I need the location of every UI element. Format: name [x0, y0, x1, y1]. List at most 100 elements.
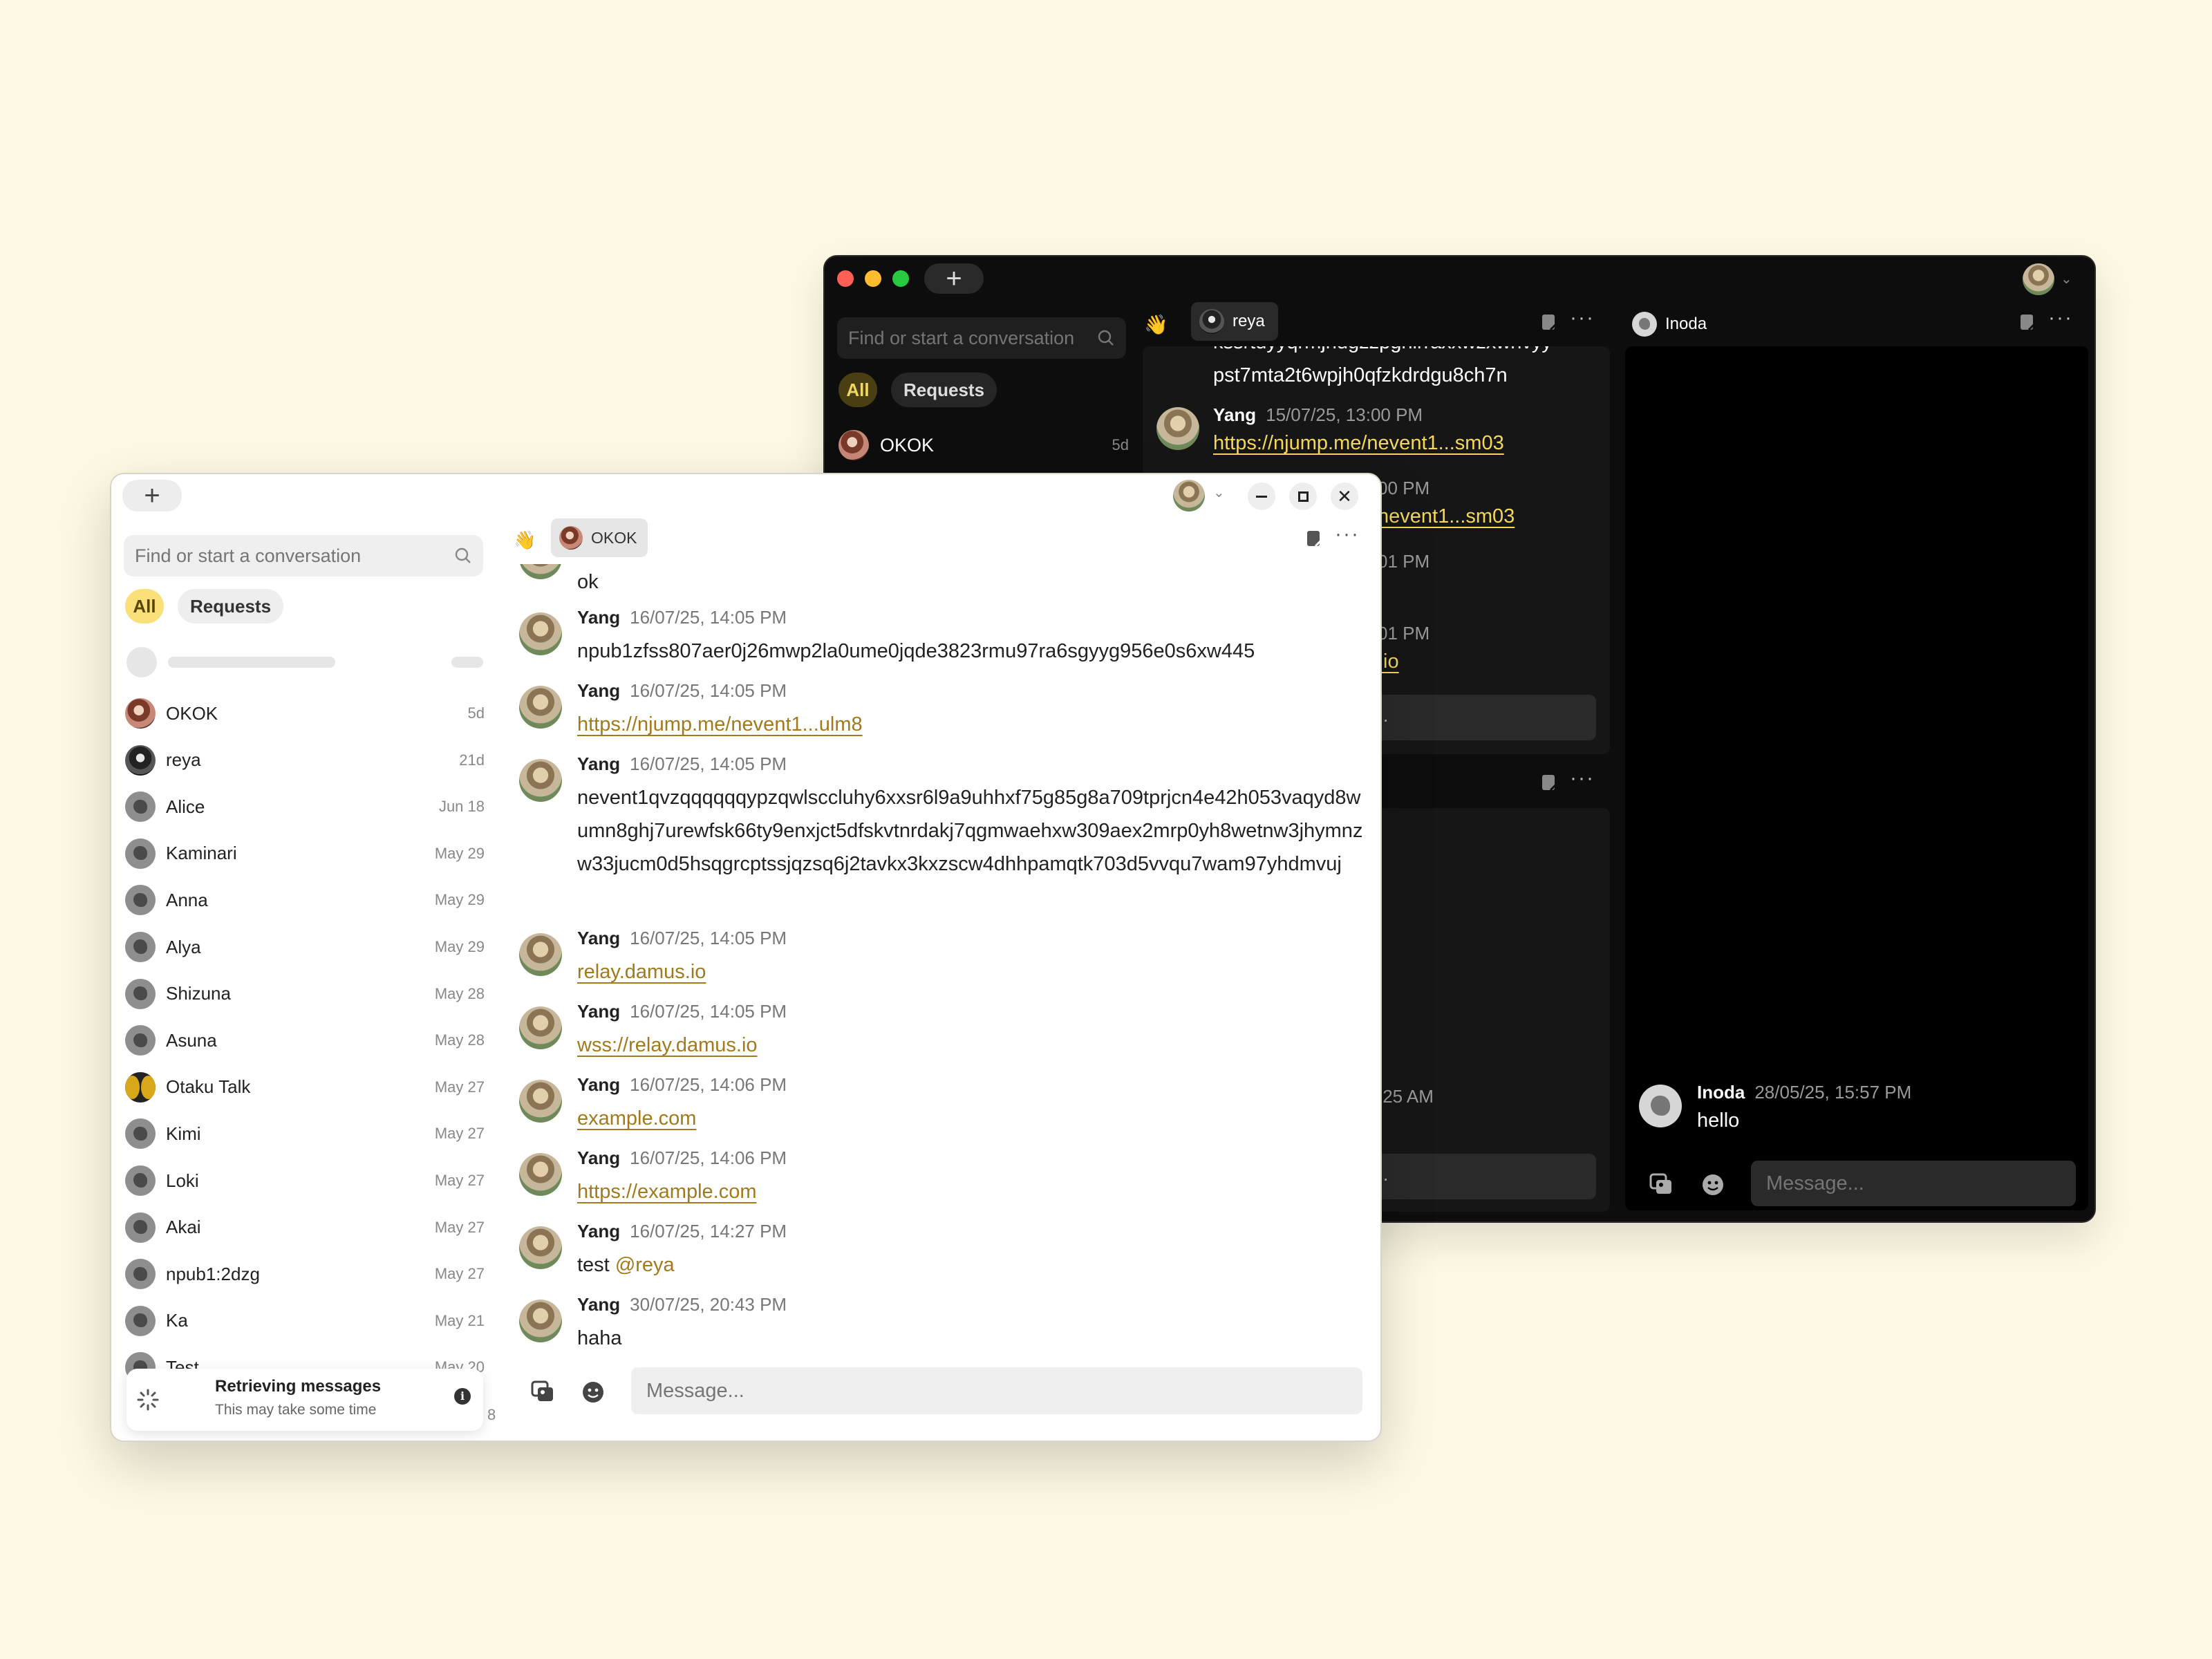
- search-input[interactable]: [848, 327, 1083, 349]
- account-avatar[interactable]: [2023, 263, 2054, 295]
- avatar[interactable]: [519, 1006, 562, 1049]
- minimize-button[interactable]: [1248, 482, 1275, 510]
- new-tab-button[interactable]: +: [924, 263, 984, 294]
- filter-requests[interactable]: Requests: [891, 373, 997, 407]
- emoji-icon[interactable]: [581, 1380, 605, 1404]
- conversation-item[interactable]: Asuna May 28: [125, 1020, 485, 1061]
- conversation-item[interactable]: Otaku Talk May 27: [125, 1067, 485, 1108]
- conversation-item[interactable]: Kaminari May 29: [125, 833, 485, 874]
- conversation-name: Asuna: [166, 1029, 217, 1051]
- maximize-button[interactable]: [1289, 482, 1317, 510]
- avatar: [125, 1118, 156, 1150]
- avatar[interactable]: [519, 759, 562, 802]
- message-link[interactable]: relay.damus.io: [577, 961, 706, 983]
- more-options-icon[interactable]: ···: [1570, 767, 1595, 790]
- message-author: Yang: [577, 928, 621, 948]
- conversation-item[interactable]: Alya May 29: [125, 926, 485, 968]
- close-traffic-light[interactable]: [837, 270, 854, 287]
- message-link[interactable]: wss://relay.damus.io: [577, 1034, 758, 1056]
- avatar[interactable]: [519, 1080, 562, 1123]
- avatar[interactable]: [519, 1300, 562, 1342]
- more-options-icon[interactable]: ···: [1570, 306, 1595, 330]
- message-author: Yang: [577, 1074, 621, 1095]
- message-link[interactable]: https://njump.me/nevent1...sm03: [1213, 432, 1504, 454]
- wave-emoji[interactable]: 👋: [514, 529, 536, 551]
- conversation-item[interactable]: Alice Jun 18: [125, 786, 485, 827]
- message-link[interactable]: https://example.com: [577, 1181, 757, 1203]
- tab-inoda[interactable]: Inoda: [1632, 310, 1770, 338]
- mention-link[interactable]: @reya: [615, 1254, 675, 1276]
- tab-okok[interactable]: OKOK: [551, 518, 648, 557]
- avatar: [125, 1071, 156, 1103]
- conversation-item[interactable]: npub1:2dzg May 27: [125, 1253, 485, 1295]
- avatar: [125, 1259, 156, 1290]
- note-icon[interactable]: [1541, 774, 1557, 791]
- avatar[interactable]: [1156, 407, 1199, 450]
- avatar[interactable]: [1639, 1085, 1682, 1127]
- note-icon[interactable]: [1306, 529, 1322, 547]
- conversation-time: May 28: [434, 1031, 485, 1049]
- message: Yang 16/07/25, 14:06 PM example.com: [519, 1074, 1349, 1143]
- message-time: 16/07/25, 14:05 PM: [630, 928, 787, 948]
- avatar: [1632, 312, 1657, 337]
- tab-label: reya: [1232, 312, 1265, 330]
- message-input[interactable]: [631, 1367, 1362, 1414]
- chevron-down-icon[interactable]: ⌄: [2061, 270, 2072, 288]
- conversation-item-okok[interactable]: OKOK 5d: [838, 426, 1129, 465]
- conversation-item[interactable]: Loki May 27: [125, 1160, 485, 1201]
- emoji-icon[interactable]: [1701, 1173, 1725, 1197]
- conversation-item[interactable]: Ka May 21: [125, 1300, 485, 1342]
- conversation-time: 5d: [467, 704, 485, 722]
- more-options-icon[interactable]: ···: [1335, 523, 1360, 546]
- dark-chat-panel-right: Inoda 28/05/25, 15:57 PM hello: [1625, 346, 2088, 1210]
- tab-reya[interactable]: reya: [1191, 302, 1278, 341]
- message-input[interactable]: [1751, 1161, 2076, 1206]
- zoom-traffic-light[interactable]: [892, 270, 909, 287]
- conversation-item[interactable]: Shizuna May 28: [125, 973, 485, 1015]
- image-attach-icon[interactable]: [1649, 1172, 1674, 1196]
- avatar: [125, 1212, 156, 1243]
- avatar: [125, 791, 156, 823]
- avatar[interactable]: [519, 686, 562, 729]
- conversation-item[interactable]: Akai May 27: [125, 1207, 485, 1248]
- image-attach-icon[interactable]: [530, 1380, 555, 1403]
- search-box: [837, 317, 1126, 359]
- message-link[interactable]: https://njump.me/nevent1...ulm8: [577, 713, 863, 735]
- conversation-name: Anna: [166, 889, 208, 910]
- retrieving-toast: Retrieving messages This may take some t…: [126, 1369, 496, 1431]
- conversation-item[interactable]: reya 21d: [125, 740, 485, 781]
- avatar[interactable]: [519, 933, 562, 976]
- conversation-item[interactable]: Kimi May 27: [125, 1113, 485, 1154]
- conversation-name: Alice: [166, 796, 205, 817]
- message-time: 01 PM: [1378, 551, 1430, 572]
- account-avatar[interactable]: [1173, 480, 1205, 512]
- conversation-item[interactable]: OKOK 5d: [125, 693, 485, 734]
- message-body: nevent1qvzqqqqqqypzqwlsccluhy6xxsr6l9a9u…: [577, 781, 1365, 881]
- note-icon[interactable]: [2019, 313, 2036, 331]
- avatar[interactable]: [519, 1153, 562, 1196]
- close-button[interactable]: ✕: [1331, 482, 1358, 510]
- note-icon[interactable]: [1541, 313, 1557, 331]
- chevron-down-icon[interactable]: ⌄: [1213, 484, 1225, 501]
- minimize-traffic-light[interactable]: [865, 270, 881, 287]
- close-icon: ✕: [1337, 485, 1352, 507]
- info-icon[interactable]: i: [454, 1388, 471, 1405]
- conversation-name: Akai: [166, 1217, 201, 1238]
- avatar[interactable]: [519, 1226, 562, 1269]
- more-options-icon[interactable]: ···: [2048, 306, 2073, 330]
- message-body: https://njump.me/nevent1...ulm8: [577, 708, 1365, 741]
- message-author: Yang: [577, 753, 621, 774]
- conversation-name: Alya: [166, 936, 201, 957]
- filter-all[interactable]: All: [838, 373, 877, 407]
- message: Yang 16/07/25, 14:27 PM test @reya: [519, 1221, 1349, 1290]
- avatar[interactable]: [519, 612, 562, 655]
- minimize-icon: [1256, 495, 1267, 498]
- tab-label: OKOK: [591, 528, 637, 547]
- conversation-item[interactable]: Anna May 29: [125, 879, 485, 921]
- message: Yang 15/07/25, 13:00 PM https://njump.me/…: [1156, 404, 1599, 474]
- message-link[interactable]: nevent1...sm03: [1378, 505, 1515, 527]
- wave-emoji[interactable]: 👋: [1144, 313, 1168, 336]
- message-body: relay.damus.io: [577, 955, 1365, 988]
- message-link[interactable]: example.com: [577, 1107, 696, 1130]
- avatar: [559, 526, 583, 550]
